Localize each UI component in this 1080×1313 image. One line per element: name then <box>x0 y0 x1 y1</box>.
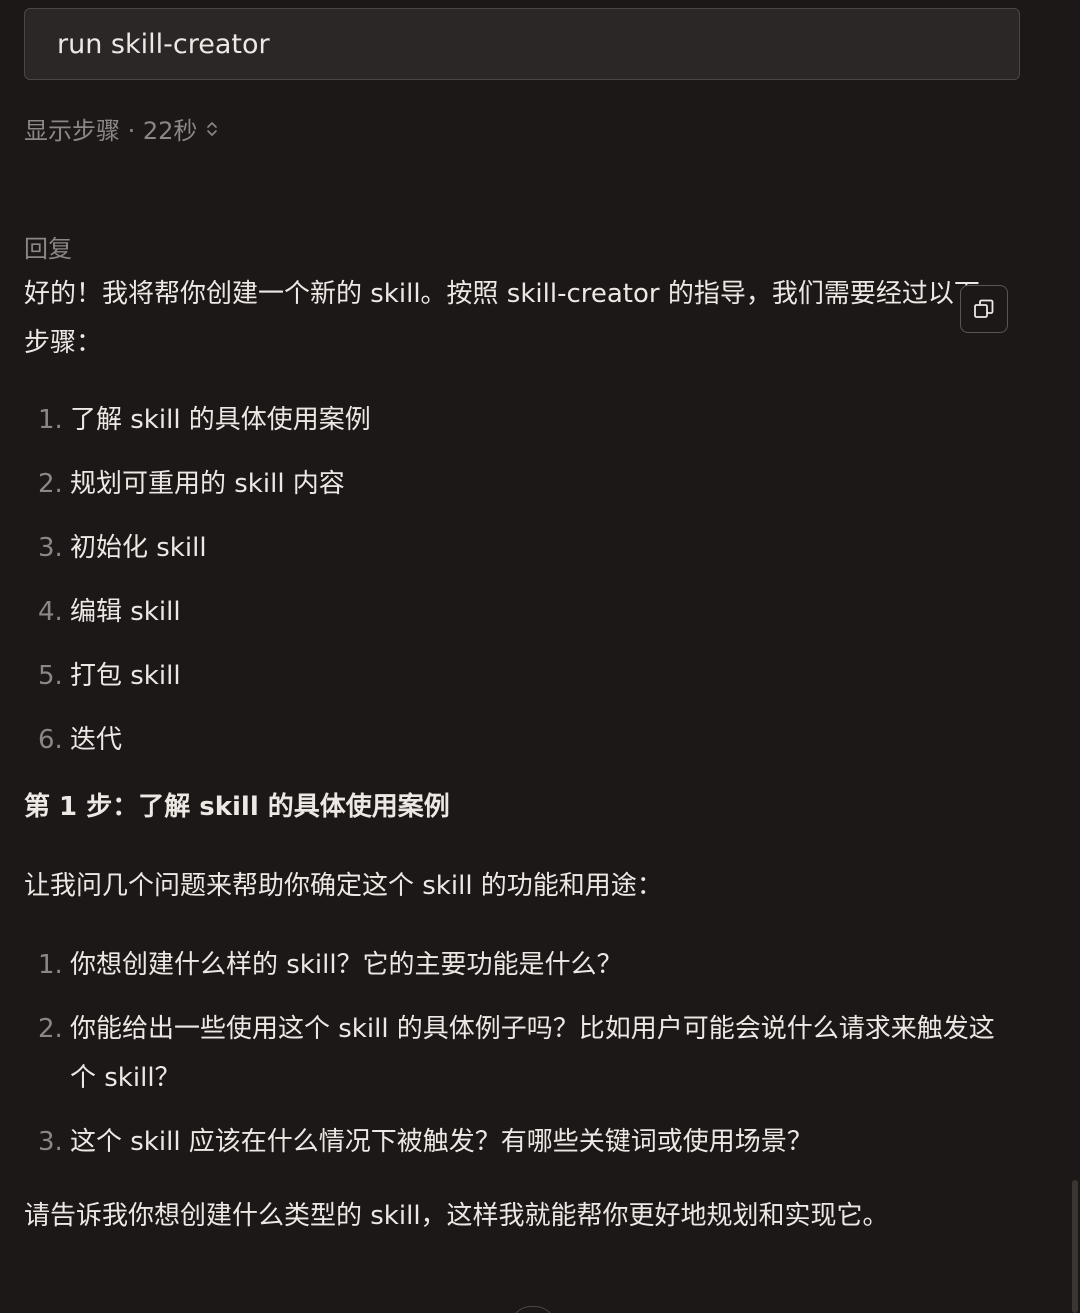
questions-list: 1. 你想创建什么样的 skill？它的主要功能是什么？ 2. 你能给出一些使用这个… <box>24 941 1004 1167</box>
scroll-down-button[interactable] <box>510 1306 556 1313</box>
reply-label: 回复 <box>24 235 72 263</box>
list-item: 1. 了解 skill 的具体使用案例 <box>24 396 1004 445</box>
list-item: 4. 编辑 skill <box>24 588 1004 637</box>
list-item-text: 你想创建什么样的 skill？它的主要功能是什么？ <box>70 950 623 980</box>
list-item-text: 这个 skill 应该在什么情况下被触发？有哪些关键词或使用场景？ <box>70 1127 813 1157</box>
list-number: 6. <box>38 725 63 755</box>
list-number: 4. <box>38 597 63 627</box>
reply-intro: 好的！我将帮你创建一个新的 skill。按照 skill-creator 的指导… <box>24 279 980 358</box>
list-item-text: 编辑 skill <box>70 597 181 627</box>
list-item-text: 了解 skill 的具体使用案例 <box>70 405 371 435</box>
reply-closing: 请告诉我你想创建什么类型的 skill，这样我就能帮你更好地规划和实现它。 <box>24 1201 889 1231</box>
list-number: 5. <box>38 661 63 691</box>
list-item: 1. 你想创建什么样的 skill？它的主要功能是什么？ <box>24 941 1004 990</box>
reply-content: 好的！我将帮你创建一个新的 skill。按照 skill-creator 的指导… <box>24 270 1004 1241</box>
steps-list: 1. 了解 skill 的具体使用案例 2. 规划可重用的 skill 内容 3. 初… <box>24 396 1004 765</box>
list-item-text: 规划可重用的 skill 内容 <box>70 469 345 499</box>
step-heading: 第 1 步：了解 skill 的具体使用案例 <box>24 792 450 822</box>
list-number: 2. <box>38 469 63 499</box>
list-item: 3. 这个 skill 应该在什么情况下被触发？有哪些关键词或使用场景？ <box>24 1118 1004 1167</box>
copy-button[interactable] <box>960 285 1008 333</box>
show-steps-label: 显示步骤 · 22秒 <box>24 117 198 145</box>
list-number: 3. <box>38 533 63 563</box>
chevron-up-down-icon <box>207 121 218 136</box>
questions-intro: 让我问几个问题来帮助你确定这个 skill 的功能和用途： <box>24 871 663 901</box>
scrollbar-thumb[interactable] <box>1072 1180 1078 1313</box>
list-item-text: 你能给出一些使用这个 skill 的具体例子吗？比如用户可能会说什么请求来触发这… <box>70 1014 995 1093</box>
list-number: 2. <box>38 1014 63 1044</box>
list-number: 3. <box>38 1127 63 1157</box>
chat-page: run skill-creator 显示步骤 · 22秒 回复 好的！我将帮你创… <box>0 0 1080 1313</box>
list-item-text: 迭代 <box>70 725 123 755</box>
copy-icon <box>974 299 994 318</box>
list-item: 3. 初始化 skill <box>24 524 1004 573</box>
list-item-text: 打包 skill <box>70 661 181 691</box>
list-number: 1. <box>38 405 63 435</box>
show-steps-toggle[interactable]: 显示步骤 · 22秒 <box>24 111 219 146</box>
list-item: 5. 打包 skill <box>24 652 1004 701</box>
list-item: 2. 你能给出一些使用这个 skill 的具体例子吗？比如用户可能会说什么请求来触… <box>24 1005 1004 1103</box>
list-item-text: 初始化 skill <box>70 533 207 563</box>
user-prompt-text: run skill-creator <box>57 28 270 60</box>
list-item: 2. 规划可重用的 skill 内容 <box>24 460 1004 509</box>
list-number: 1. <box>38 950 63 980</box>
user-prompt-box: run skill-creator <box>24 8 1020 80</box>
list-item: 6. 迭代 <box>24 716 1004 765</box>
